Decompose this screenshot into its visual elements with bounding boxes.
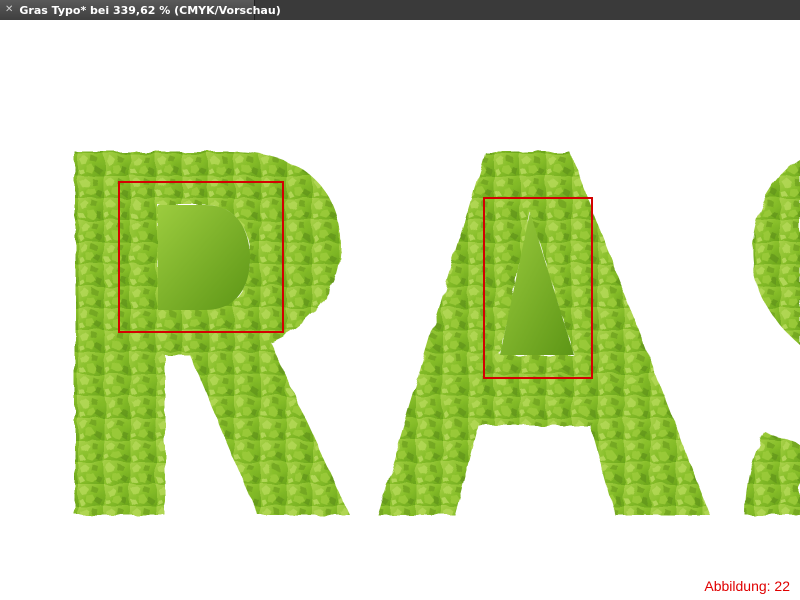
document-tab[interactable]: ✕ Gras Typo* bei 339,62 % (CMYK/Vorschau…	[0, 0, 281, 20]
document-canvas[interactable]	[0, 20, 800, 600]
grass-typography-artwork	[75, 152, 800, 515]
document-tab-bar: ✕ Gras Typo* bei 339,62 % (CMYK/Vorschau…	[0, 0, 800, 20]
figure-caption: Abbildung: 22	[704, 578, 790, 594]
letter-s-partial	[745, 160, 800, 515]
letter-r-counter	[158, 205, 250, 310]
document-tab-title: Gras Typo* bei 339,62 % (CMYK/Vorschau)	[19, 3, 281, 17]
close-icon[interactable]: ✕	[5, 4, 13, 16]
